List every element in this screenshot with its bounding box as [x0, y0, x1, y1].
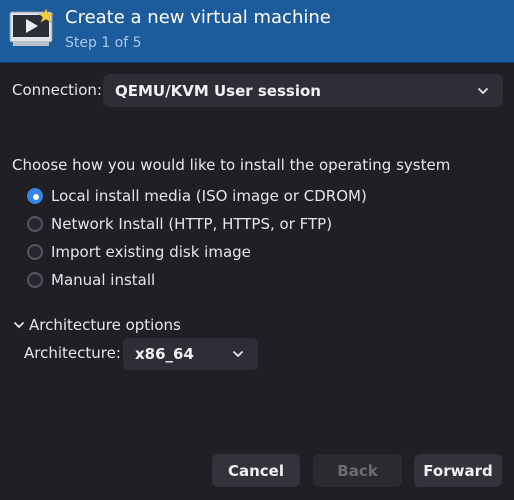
expander-label: Architecture options	[29, 316, 181, 334]
radio-local-install[interactable]: Local install media (ISO image or CDROM)	[27, 185, 367, 207]
page-title: Create a new virtual machine	[65, 7, 331, 28]
architecture-dropdown[interactable]: x86_64	[123, 338, 258, 370]
install-method-prompt: Choose how you would like to install the…	[12, 156, 451, 174]
radio-button-checked[interactable]	[27, 188, 43, 204]
radio-network-install[interactable]: Network Install (HTTP, HTTPS, or FTP)	[27, 213, 332, 235]
forward-button[interactable]: Forward	[414, 454, 502, 487]
architecture-expander[interactable]: Architecture options	[13, 316, 181, 334]
cancel-button[interactable]: Cancel	[212, 454, 300, 487]
radio-label: Manual install	[51, 271, 156, 289]
chevron-down-icon	[477, 87, 489, 94]
architecture-value: x86_64	[135, 345, 194, 363]
radio-button[interactable]	[27, 272, 43, 288]
radio-manual-install[interactable]: Manual install	[27, 269, 155, 291]
step-indicator: Step 1 of 5	[65, 35, 142, 51]
radio-label: Import existing disk image	[51, 243, 251, 261]
connection-dropdown[interactable]: QEMU/KVM User session	[103, 74, 503, 107]
virtual-machine-new-icon	[9, 8, 54, 46]
architecture-label: Architecture:	[24, 344, 121, 362]
radio-button[interactable]	[27, 244, 43, 260]
back-button[interactable]: Back	[313, 454, 402, 487]
connection-value: QEMU/KVM User session	[115, 81, 321, 100]
header-bar: Create a new virtual machine Step 1 of 5	[0, 0, 514, 63]
connection-label: Connection:	[12, 81, 102, 99]
radio-button[interactable]	[27, 216, 43, 232]
chevron-down-icon	[232, 350, 244, 358]
chevron-down-icon	[13, 321, 25, 329]
radio-import-disk[interactable]: Import existing disk image	[27, 241, 251, 263]
radio-label: Local install media (ISO image or CDROM)	[51, 187, 367, 205]
radio-label: Network Install (HTTP, HTTPS, or FTP)	[51, 215, 333, 233]
